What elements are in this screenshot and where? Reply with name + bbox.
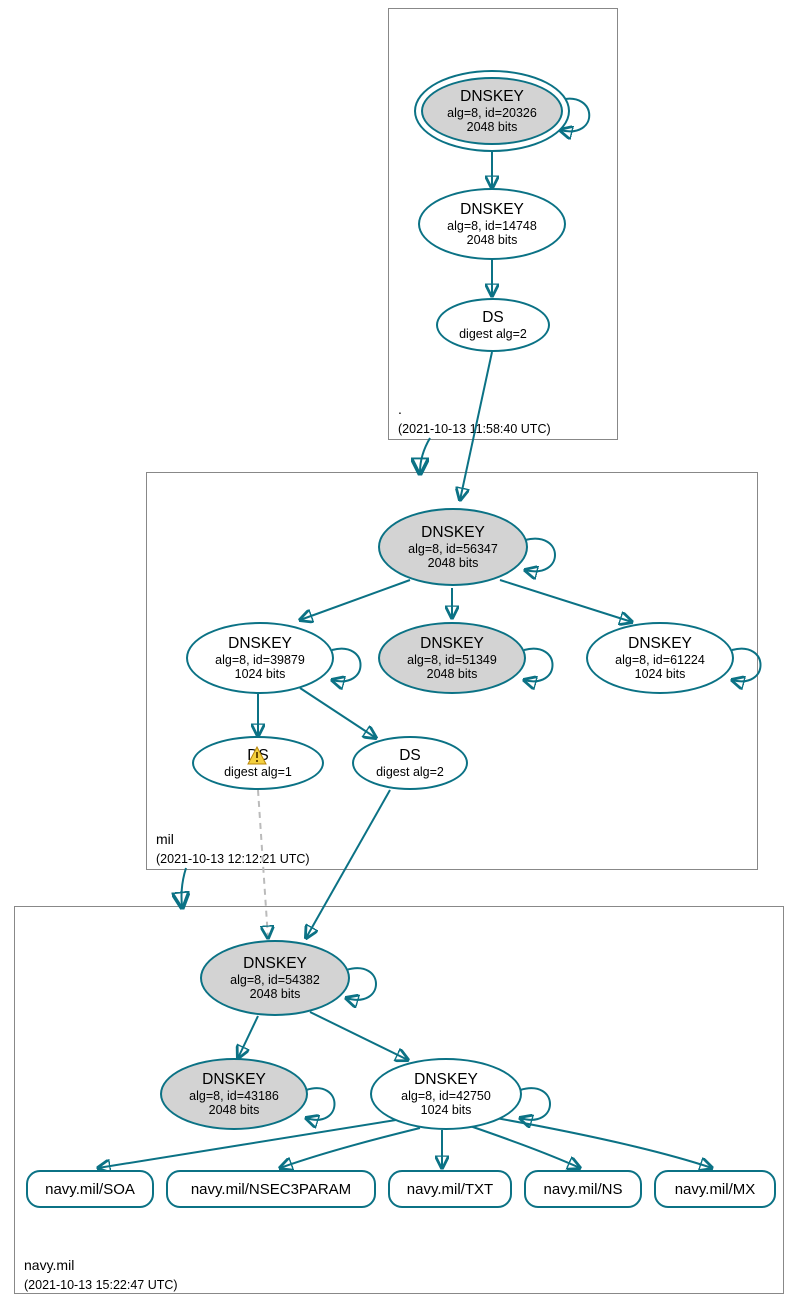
node-title: DNSKEY xyxy=(460,88,524,106)
ds-root: DS digest alg=2 xyxy=(436,298,550,352)
node-sub2: 2048 bits xyxy=(428,556,479,570)
rr-mx: navy.mil/MX xyxy=(654,1170,776,1208)
node-title: DNSKEY xyxy=(414,1071,478,1089)
node-sub2: 2048 bits xyxy=(467,120,518,134)
node-sub1: digest alg=2 xyxy=(376,765,444,779)
rr-soa: navy.mil/SOA xyxy=(26,1170,154,1208)
node-title: DNSKEY xyxy=(421,524,485,542)
zone-navymil-date: (2021-10-13 15:22:47 UTC) xyxy=(24,1278,178,1292)
dnskey-navymil-42750: DNSKEY alg=8, id=42750 1024 bits xyxy=(370,1058,522,1130)
dnskey-root-zsk: DNSKEY alg=8, id=14748 2048 bits xyxy=(418,188,566,260)
dnskey-root-ksk: DNSKEY alg=8, id=20326 2048 bits xyxy=(421,77,563,145)
node-title: DS xyxy=(399,747,421,765)
ds-mil-alg1: DS digest alg=1 xyxy=(192,736,324,790)
zone-mil-label: mil (2021-10-13 12:12:21 UTC) xyxy=(156,830,310,868)
node-sub2: 2048 bits xyxy=(209,1103,260,1117)
dnskey-mil-51349: DNSKEY alg=8, id=51349 2048 bits xyxy=(378,622,526,694)
node-sub1: digest alg=2 xyxy=(459,327,527,341)
node-sub1: alg=8, id=56347 xyxy=(408,542,498,556)
zone-navymil-name: navy.mil xyxy=(24,1257,74,1273)
node-sub2: 2048 bits xyxy=(427,667,478,681)
zone-navymil-label: navy.mil (2021-10-13 15:22:47 UTC) xyxy=(24,1256,178,1294)
node-sub1: digest alg=1 xyxy=(224,765,292,779)
rr-txt: navy.mil/TXT xyxy=(388,1170,512,1208)
rr-ns: navy.mil/NS xyxy=(524,1170,642,1208)
zone-mil-name: mil xyxy=(156,831,174,847)
node-sub1: alg=8, id=51349 xyxy=(407,653,497,667)
dnskey-mil-ksk: DNSKEY alg=8, id=56347 2048 bits xyxy=(378,508,528,586)
dnskey-mil-61224: DNSKEY alg=8, id=61224 1024 bits xyxy=(586,622,734,694)
dnskey-navymil-43186: DNSKEY alg=8, id=43186 2048 bits xyxy=(160,1058,308,1130)
node-sub1: alg=8, id=14748 xyxy=(447,219,537,233)
node-sub2: 1024 bits xyxy=(235,667,286,681)
node-sub2: 1024 bits xyxy=(635,667,686,681)
node-sub2: 2048 bits xyxy=(467,233,518,247)
ds-mil-alg2: DS digest alg=2 xyxy=(352,736,468,790)
dnskey-navymil-ksk: DNSKEY alg=8, id=54382 2048 bits xyxy=(200,940,350,1016)
node-title: DS xyxy=(482,309,504,327)
rr-nsec3param: navy.mil/NSEC3PARAM xyxy=(166,1170,376,1208)
zone-mil-date: (2021-10-13 12:12:21 UTC) xyxy=(156,852,310,866)
node-title: DNSKEY xyxy=(243,955,307,973)
node-title: DNSKEY xyxy=(460,201,524,219)
node-sub1: alg=8, id=20326 xyxy=(447,106,537,120)
node-sub1: alg=8, id=39879 xyxy=(215,653,305,667)
node-title: DNSKEY xyxy=(420,635,484,653)
zone-root-name: . xyxy=(398,401,402,417)
node-title: DNSKEY xyxy=(202,1071,266,1089)
node-sub1: alg=8, id=42750 xyxy=(401,1089,491,1103)
warning-icon xyxy=(247,746,267,766)
dnskey-mil-39879: DNSKEY alg=8, id=39879 1024 bits xyxy=(186,622,334,694)
node-sub2: 2048 bits xyxy=(250,987,301,1001)
dnskey-root-ksk-outer: DNSKEY alg=8, id=20326 2048 bits xyxy=(414,70,570,152)
node-sub1: alg=8, id=43186 xyxy=(189,1089,279,1103)
zone-root-date: (2021-10-13 11:58:40 UTC) xyxy=(398,422,551,436)
zone-root-label: . (2021-10-13 11:58:40 UTC) xyxy=(398,400,551,438)
node-sub1: alg=8, id=54382 xyxy=(230,973,320,987)
node-sub1: alg=8, id=61224 xyxy=(615,653,705,667)
node-title: DNSKEY xyxy=(228,635,292,653)
node-sub2: 1024 bits xyxy=(421,1103,472,1117)
node-title: DNSKEY xyxy=(628,635,692,653)
